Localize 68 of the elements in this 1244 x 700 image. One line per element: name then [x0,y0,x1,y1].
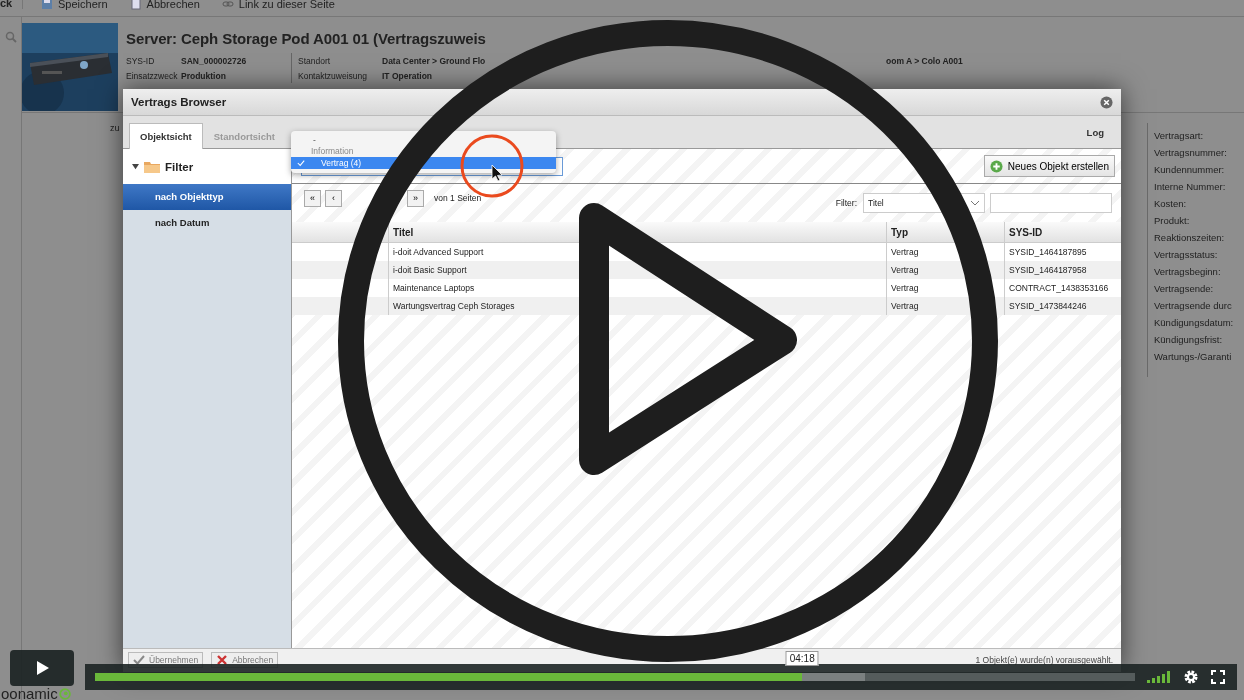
new-object-button[interactable]: Neues Objekt erstellen [983,155,1115,177]
field-label: Kosten: [1154,197,1188,211]
dropdown-option: Information [291,146,556,157]
dropdown-option[interactable]: - [291,135,556,146]
field-label: Standort [298,55,332,66]
cross-icon [216,654,229,666]
chevron-down-icon [970,200,980,206]
field-label: Vertragsnummer: [1154,146,1228,160]
field-label: Vertragsstatus: [1154,248,1219,262]
column-header[interactable]: SYS-ID [1004,222,1121,242]
field-value: Produktion [181,70,226,81]
tab[interactable]: Objektsicht [129,123,203,149]
link-icon [221,0,234,10]
field-label: SYS-ID [126,55,156,66]
column-header[interactable]: Titel [388,222,886,242]
field-label: Interne Nummer: [1154,180,1227,194]
page-count: von 1 Seiten [434,193,482,203]
checkmark-icon [133,654,145,666]
field-label: Vertragsende: [1154,282,1215,296]
play-button[interactable] [10,650,74,686]
filter-label: Filter: [835,198,857,208]
pager-button[interactable]: « [304,189,321,207]
field-label: Produkt: [1154,214,1191,228]
filter-input[interactable] [990,193,1112,213]
field-value: IT Operation [382,70,433,81]
sidebar-item[interactable]: nach Objekttyp [123,184,291,210]
field-label: Kontaktzuweisung [298,70,368,81]
folder-icon [144,160,160,173]
tree-label[interactable]: Filter [165,160,194,173]
close-icon[interactable] [1100,95,1113,109]
document-icon [129,0,142,10]
label: zu [110,123,120,135]
table-cell: SYSID_1473844246 [1004,297,1121,315]
expand-icon[interactable] [132,163,139,170]
column-header[interactable]: Typ [886,222,1004,242]
toolbar-label: ck [0,0,23,9]
volume-icon[interactable] [1147,671,1171,683]
swirl-icon [58,687,71,700]
plus-icon [989,159,1003,173]
status-text: 1 Objekt(e) wurde(n) vorausgewählt. [975,655,1113,665]
pager-button[interactable]: » [407,189,424,207]
field-value: oom A > Colo A001 [886,55,963,66]
dialog-title: Vertrags Browser [131,96,228,108]
table-cell: Wartungsvertrag Ceph Storages [388,297,886,315]
table-cell: Vertrag [886,297,1004,315]
toolbar-button[interactable]: Speichern [37,0,112,11]
field-label: Kundennummer: [1154,163,1226,177]
pager-button[interactable]: ‹ [325,189,342,207]
brand-logo-text: oonamic [1,687,58,700]
field-label: Einsatzzweck [126,70,179,81]
sidebar-item[interactable]: nach Datum [123,210,291,236]
settings-icon[interactable] [1183,669,1199,685]
field-label: Kündigungsdatum: [1154,316,1235,330]
field-label: Kündigungsfrist: [1154,333,1224,347]
time-tooltip: 04:18 [785,651,819,666]
checkmark-icon [297,159,305,167]
field-label: Vertragsart: [1154,129,1205,143]
field-value: Data Center > Ground Flo [382,55,486,66]
log-tab[interactable]: Log [1075,119,1115,145]
field-label: Reaktionszeiten: [1154,231,1226,245]
fullscreen-icon[interactable] [1211,670,1225,684]
toolbar-button[interactable]: Link zu dieser Seite [217,0,339,11]
field-label: Wartungs-/Garanti [1154,350,1233,364]
page-title: Server: Ceph Storage Pod A001 01 (Vertragszuweis [126,30,487,47]
field-label: Vertragsbeginn: [1154,265,1222,279]
field-value: SAN_000002726 [181,55,247,66]
field-label: Vertragsende durc [1154,299,1233,313]
toolbar-button[interactable]: Abbrechen [125,0,204,11]
